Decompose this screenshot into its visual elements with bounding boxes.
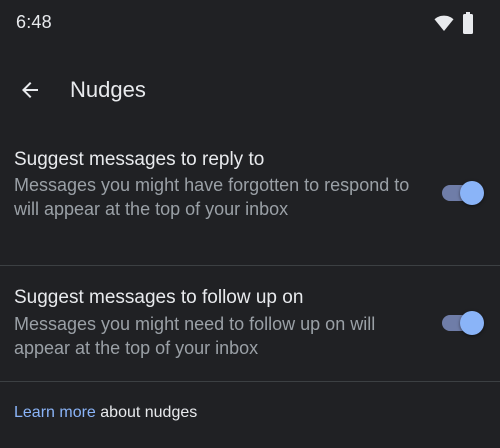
- page-title: Nudges: [70, 77, 146, 102]
- suggest-follow-up-toggle[interactable]: [440, 308, 486, 338]
- setting-suggest-follow-up[interactable]: Suggest messages to follow up on Message…: [0, 266, 500, 380]
- app-bar: Nudges: [0, 62, 500, 118]
- setting-suggest-reply[interactable]: Suggest messages to reply to Messages yo…: [0, 140, 500, 264]
- footer-text: Learn more about nudges: [14, 404, 197, 422]
- footer-suffix: about nudges: [95, 404, 198, 421]
- toggle-thumb: [460, 181, 484, 205]
- setting-title: Suggest messages to reply to: [14, 149, 265, 170]
- setting-title: Suggest messages to follow up on: [14, 287, 304, 308]
- learn-more-link[interactable]: Learn more: [14, 404, 96, 421]
- status-time: 6:48: [16, 12, 52, 32]
- back-button[interactable]: [10, 70, 50, 110]
- wifi-icon: [434, 15, 454, 31]
- setting-description: Messages you might need to follow up on …: [14, 314, 376, 358]
- divider: [0, 381, 500, 382]
- toggle-thumb: [460, 311, 484, 335]
- battery-icon: [463, 12, 473, 34]
- setting-description: Messages you might have forgotten to res…: [14, 175, 410, 219]
- status-bar: 6:48: [0, 0, 500, 46]
- arrow-back-icon: [22, 82, 38, 98]
- suggest-reply-toggle[interactable]: [440, 178, 486, 208]
